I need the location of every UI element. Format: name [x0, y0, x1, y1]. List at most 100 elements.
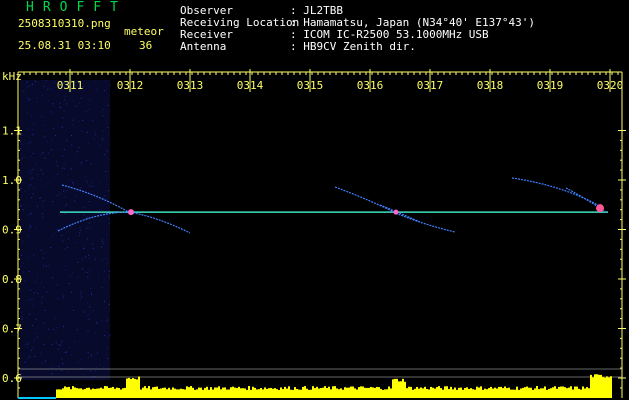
level-bar [252, 386, 254, 398]
level-bar [160, 388, 162, 398]
noise-speck [32, 124, 34, 126]
level-bar [536, 386, 538, 398]
noise-speck [81, 258, 83, 260]
x-tick-label: 0315 [297, 79, 324, 92]
noise-speck [45, 80, 47, 82]
level-bar [276, 389, 278, 398]
level-bar [368, 387, 370, 398]
noise-speck [65, 265, 67, 267]
noise-speck [26, 146, 28, 148]
noise-speck [61, 148, 63, 150]
noise-speck [59, 344, 61, 346]
noise-speck [86, 302, 88, 304]
noise-speck [62, 364, 64, 366]
noise-speck [29, 289, 31, 291]
noise-speck [42, 124, 44, 126]
noise-speck [32, 193, 34, 195]
level-bar [440, 388, 442, 398]
noise-speck [86, 216, 88, 218]
noise-speck [63, 163, 65, 165]
noise-speck [24, 190, 26, 192]
level-bar [60, 389, 62, 398]
noise-speck [28, 271, 30, 273]
noise-speck [32, 324, 34, 326]
level-bar [586, 387, 588, 398]
level-bar [216, 387, 218, 398]
noise-speck [22, 241, 24, 243]
level-bar [266, 388, 268, 398]
level-bar [102, 388, 104, 398]
level-bar [146, 388, 148, 398]
noise-speck [98, 145, 100, 147]
noise-speck [40, 168, 42, 170]
noise-speck [65, 103, 67, 105]
noise-speck [64, 212, 66, 214]
level-bar [282, 389, 284, 398]
noise-speck [51, 236, 53, 238]
level-bar [528, 387, 530, 398]
noise-speck [41, 302, 43, 304]
noise-speck [71, 144, 73, 146]
noise-speck [101, 239, 103, 241]
level-bar [444, 386, 446, 398]
noise-speck [20, 205, 22, 207]
level-bar [56, 389, 58, 398]
level-bar [354, 388, 356, 398]
noise-speck [86, 160, 88, 162]
noise-speck [87, 314, 89, 316]
level-bar [472, 389, 474, 398]
noise-speck [41, 153, 43, 155]
level-bar [514, 389, 516, 398]
noise-speck [31, 115, 33, 117]
noise-speck [61, 155, 63, 157]
level-bar [88, 387, 90, 398]
noise-speck [42, 116, 44, 118]
noise-speck [47, 264, 49, 266]
level-bar [126, 378, 128, 398]
level-bar [338, 389, 340, 398]
x-tick-label: 0317 [417, 79, 444, 92]
level-bar [412, 389, 414, 398]
level-bar [474, 389, 476, 398]
noise-speck [32, 347, 34, 349]
level-bar [280, 387, 282, 398]
noise-speck [59, 214, 61, 216]
noise-speck [88, 201, 90, 203]
x-tick-label: 0312 [117, 79, 144, 92]
noise-speck [66, 140, 68, 142]
noise-speck [27, 97, 29, 99]
level-bar [320, 388, 322, 398]
level-bar [118, 388, 120, 398]
noise-speck [89, 257, 91, 259]
level-bar [134, 378, 136, 398]
level-bar [336, 388, 338, 398]
level-bar [468, 388, 470, 398]
noise-speck [93, 138, 95, 140]
noise-speck [35, 318, 37, 320]
noise-speck [35, 226, 37, 228]
level-bar [498, 386, 500, 398]
level-bar [592, 377, 594, 398]
level-bar [222, 387, 224, 398]
level-bar [76, 388, 78, 398]
noise-speck [21, 254, 23, 256]
noise-speck [98, 276, 100, 278]
level-bar [330, 389, 332, 398]
noise-speck [108, 190, 110, 192]
noise-speck [24, 280, 26, 282]
level-bar [162, 387, 164, 398]
noise-speck [44, 185, 46, 187]
noise-speck [88, 100, 90, 102]
noise-speck [21, 315, 23, 317]
level-bar [428, 389, 430, 398]
level-bar [480, 386, 482, 398]
noise-speck [90, 293, 92, 295]
level-bar [90, 389, 92, 398]
noise-speck [105, 171, 107, 173]
level-bar [522, 387, 524, 398]
noise-speck [42, 173, 44, 175]
noise-speck [26, 112, 28, 114]
level-bar [244, 388, 246, 398]
level-bar [596, 374, 598, 398]
noise-speck [107, 358, 109, 360]
